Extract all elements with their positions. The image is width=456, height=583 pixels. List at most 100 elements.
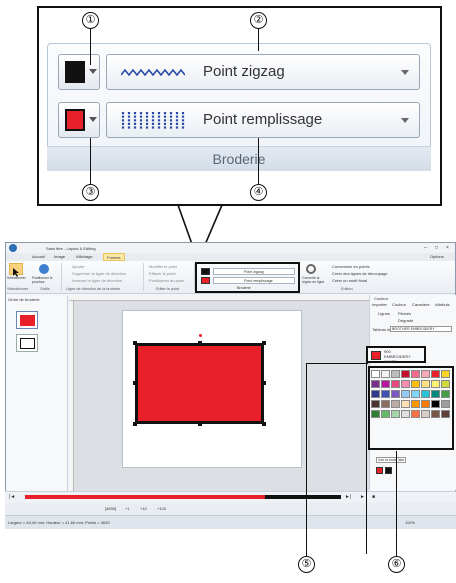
step-100-button[interactable]: +100 [157,506,166,511]
resize-handle[interactable] [133,422,137,426]
convert-region-icon[interactable] [306,264,316,274]
mini-outline-swatch[interactable] [201,268,210,275]
sewing-order-item[interactable] [16,311,38,329]
step-10-button[interactable]: +10 [140,506,147,511]
outline-color-button[interactable] [58,54,100,90]
tab-accueil[interactable]: Accueil [32,254,45,261]
line-add-item[interactable]: Ajouter [72,264,85,269]
palette-color-swatch[interactable] [401,380,410,388]
outline-stitch-select[interactable]: Point zigzag [106,54,420,90]
rewind-icon[interactable]: |◄ [9,494,15,500]
mini-outline-select[interactable]: Point zigzag [213,268,295,275]
palette-color-swatch[interactable] [391,370,400,378]
red-rectangle-shape[interactable] [135,343,264,424]
recent-color-swatch[interactable] [376,467,383,474]
step-forward-icon[interactable]: ►| [345,494,351,500]
recent-color-swatch[interactable] [385,467,392,474]
palette-color-swatch[interactable] [431,400,440,408]
palette-color-swatch[interactable] [391,390,400,398]
palette-color-swatch[interactable] [431,370,440,378]
stitch-position-item[interactable]: Positionner au point [149,278,184,283]
close-button[interactable]: × [446,245,449,251]
palette-color-swatch[interactable] [421,400,430,408]
resize-handle[interactable] [198,341,202,345]
palette-color-swatch[interactable] [411,380,420,388]
palette-color-swatch[interactable] [401,390,410,398]
minimize-button[interactable]: – [424,245,427,251]
options-menu[interactable]: Options [430,254,444,261]
palette-color-swatch[interactable] [401,370,410,378]
palette-color-swatch[interactable] [371,390,380,398]
palette-color-swatch[interactable] [421,370,430,378]
stitch-erase-item[interactable]: Effacer le point [149,271,176,276]
palette-color-swatch[interactable] [381,390,390,398]
palette-color-swatch[interactable] [441,390,450,398]
palette-color-swatch[interactable] [371,410,380,418]
palette-color-swatch[interactable] [381,410,390,418]
palette-color-swatch[interactable] [431,380,440,388]
fill-option-gradient[interactable]: Dégradé [398,318,413,323]
palette-color-swatch[interactable] [381,400,390,408]
rotate-handle[interactable] [199,334,202,337]
palette-color-swatch[interactable] [371,400,380,408]
step-1-button[interactable]: +1 [125,506,130,511]
palette-color-swatch[interactable] [411,370,420,378]
palette-color-swatch[interactable] [391,400,400,408]
view-all-button[interactable]: Voir la toute liste [376,457,406,463]
palette-color-swatch[interactable] [371,370,380,378]
stop-icon[interactable]: ■ [372,494,375,500]
resize-handle[interactable] [133,381,137,385]
play-icon[interactable]: ► [360,494,365,500]
mini-fill-swatch[interactable] [201,277,210,284]
fill-option-lines[interactable]: Lignes [378,311,390,316]
stitch-count-field[interactable]: [4630] [105,506,116,511]
resize-handle[interactable] [262,341,266,345]
tab-affichage[interactable]: Affichage [76,254,93,261]
tab-couleur[interactable]: Couleur [392,302,406,307]
tab-image[interactable]: Image [54,254,65,261]
palette-color-swatch[interactable] [411,400,420,408]
palette-color-swatch[interactable] [381,370,390,378]
palette-color-swatch[interactable] [421,380,430,388]
fill-color-button[interactable] [58,102,100,138]
maximize-button[interactable]: □ [435,245,438,251]
line-invert-item[interactable]: Inverser la ligne de direction [72,278,122,283]
palette-color-swatch[interactable] [441,380,450,388]
mini-fill-select[interactable]: Point remplissage [213,277,295,284]
palette-color-swatch[interactable] [421,390,430,398]
sewing-order-item[interactable] [16,334,38,352]
resize-handle[interactable] [133,341,137,345]
palette-color-swatch[interactable] [411,410,420,418]
palette-color-swatch[interactable] [441,370,450,378]
palette-color-swatch[interactable] [391,410,400,418]
palette-color-swatch[interactable] [381,380,390,388]
create-cut-lines-item[interactable]: Créer des lignes de découpage [332,271,388,276]
tab-attributs[interactable]: Attributs [435,302,450,307]
palette-color-swatch[interactable] [431,390,440,398]
resize-handle[interactable] [262,422,266,426]
palette-color-swatch[interactable] [411,390,420,398]
select-tool-button[interactable] [9,263,23,277]
line-delete-item[interactable]: Supprimer la ligne de direction [72,271,126,276]
tab-caractere[interactable]: Caractère [412,302,430,307]
palette-color-swatch[interactable] [371,380,380,388]
palette-color-swatch[interactable] [401,410,410,418]
palette-color-swatch[interactable] [431,410,440,418]
palette-color-swatch[interactable] [441,400,450,408]
palette-color-swatch[interactable] [421,410,430,418]
palette-color-swatch[interactable] [391,380,400,388]
resize-handle[interactable] [262,381,266,385]
convert-stitches-item[interactable]: Conversion en points [332,264,370,269]
position-outline-icon[interactable] [39,264,49,274]
fill-option-solid[interactable]: Pleines [398,311,411,316]
stitch-modify-item[interactable]: Modifier le point [149,264,177,269]
resize-handle[interactable] [198,422,202,426]
palette-color-swatch[interactable] [401,400,410,408]
create-floral-item[interactable]: Créer un motif floral [332,278,367,283]
palette-color-swatch[interactable] [441,410,450,418]
fill-stitch-select[interactable]: Point remplissage [106,102,420,138]
tab-formes[interactable]: Formes [103,253,125,261]
thread-table-select[interactable]: BROTHER EMBROIDERY [390,326,452,332]
app-logo-icon[interactable] [9,244,17,252]
tab-importer[interactable]: Importer [372,302,387,307]
